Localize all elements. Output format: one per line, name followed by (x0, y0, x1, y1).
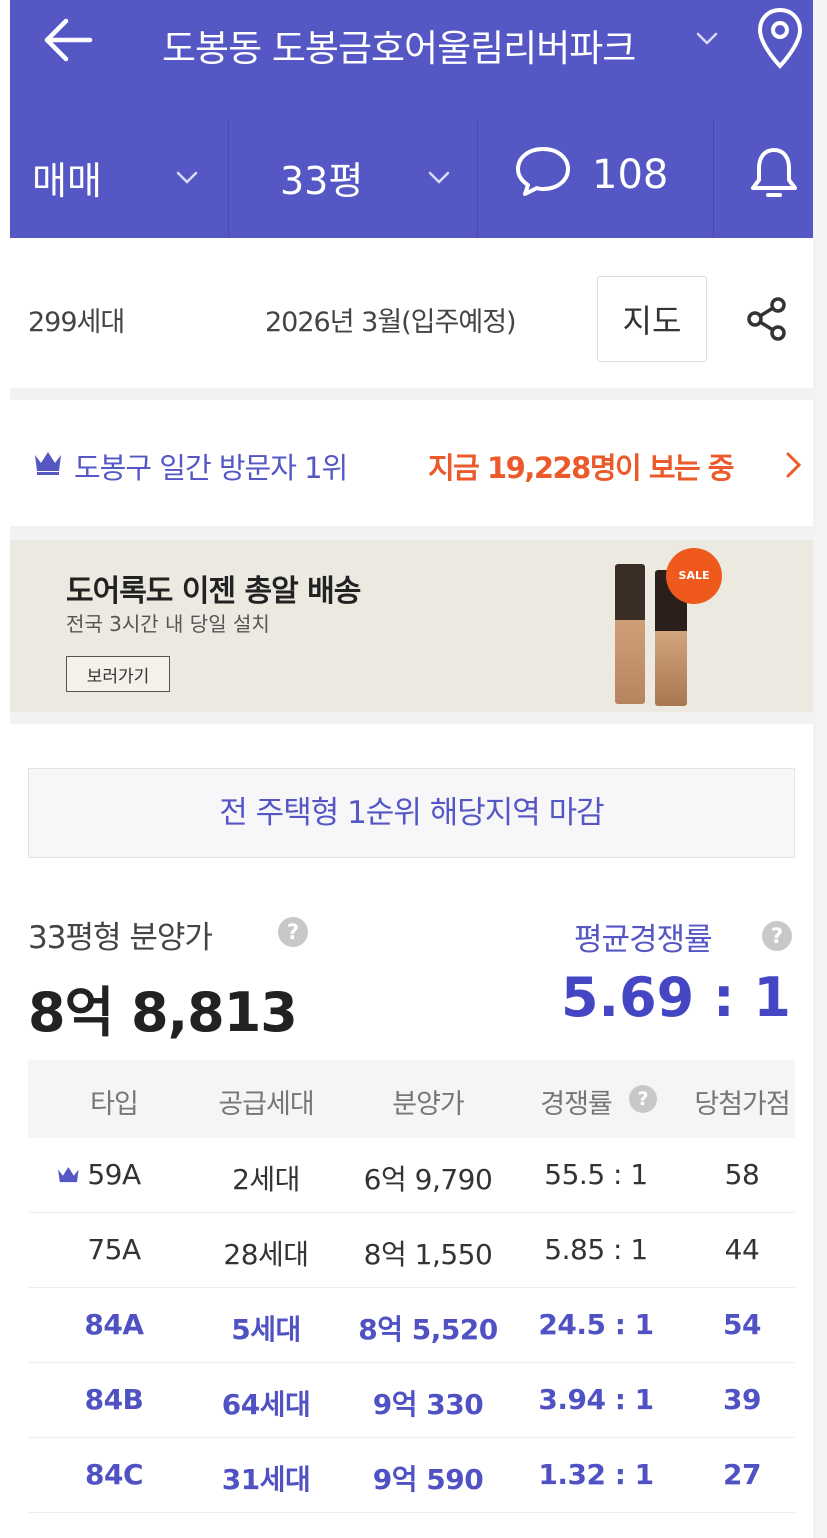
cell-supply: 64세대 (221, 1388, 311, 1421)
cell-ratio: 24.5 : 1 (538, 1308, 654, 1341)
cell-price: 6억 9,790 (363, 1163, 493, 1196)
cell-type: 84A (84, 1308, 144, 1341)
cell-score: 54 (723, 1308, 761, 1341)
competition-label: 평균경쟁률 (574, 922, 713, 958)
cell-type: 84B (84, 1383, 144, 1416)
closed-notice: 전 주택형 1순위 해당지역 마감 (28, 768, 795, 858)
section-gap (10, 526, 813, 540)
cell-score: 39 (723, 1383, 761, 1416)
household-count: 299세대 (28, 307, 125, 338)
table-row[interactable]: 59A 2세대 6억 9,790 55.5 : 1 58 (28, 1138, 795, 1213)
column-header-supply: 공급세대 (218, 1089, 314, 1120)
visitor-count-text: 지금 19,228명이 보는 중 (428, 451, 734, 485)
table-header: 타입 공급세대 분양가 경쟁률 ? 당첨가점 (28, 1060, 795, 1138)
sale-badge: SALE (666, 548, 722, 604)
size-select[interactable]: 33평 (229, 150, 477, 210)
column-header-score: 당첨가점 (694, 1089, 790, 1120)
ad-view-button[interactable]: 보러가기 (66, 656, 170, 692)
cell-score: 44 (724, 1233, 760, 1266)
cell-type: 75A (87, 1233, 141, 1266)
map-button[interactable]: 지도 (597, 276, 707, 362)
app-header: 도봉동 도봉금호어울림리버파크 매매 33평 108 (10, 0, 813, 238)
location-pin-icon[interactable] (755, 6, 805, 72)
help-icon[interactable]: ? (629, 1085, 657, 1113)
ranking-text: 도봉구 일간 방문자 1위 (74, 451, 348, 485)
table-row[interactable]: 84C 31세대 9억 590 1.32 : 1 27 (28, 1438, 795, 1513)
ad-banner[interactable]: 도어록도 이젠 총알 배송 전국 3시간 내 당일 설치 보러가기 SALE (10, 540, 813, 712)
cell-price: 9억 330 (372, 1388, 484, 1421)
deal-type-label: 매매 (32, 159, 102, 203)
back-arrow-icon[interactable] (40, 14, 98, 66)
ranking-row[interactable]: 도봉구 일간 방문자 1위 지금 19,228명이 보는 중 (10, 400, 813, 526)
size-label: 33평 (280, 159, 364, 203)
crown-icon (35, 452, 61, 475)
cell-score: 58 (724, 1158, 760, 1191)
cell-type: 59A (58, 1158, 141, 1191)
help-icon[interactable]: ? (278, 917, 308, 947)
chevron-down-icon[interactable] (693, 24, 721, 52)
comment-count[interactable]: 108 (592, 152, 668, 198)
section-gap (10, 712, 813, 724)
ad-subtitle: 전국 3시간 내 당일 설치 (66, 612, 270, 636)
share-icon[interactable] (745, 296, 789, 342)
complex-title[interactable]: 도봉동 도봉금호어울림리버파크 (162, 18, 636, 72)
cell-score: 27 (723, 1458, 761, 1491)
cell-supply: 5세대 (231, 1313, 301, 1346)
deal-type-select[interactable]: 매매 (10, 150, 228, 210)
header-divider (477, 120, 478, 238)
column-header-type: 타입 (90, 1089, 139, 1120)
price-value: 8억 8,813 (28, 981, 298, 1044)
table-row[interactable]: 84B 64세대 9억 330 3.94 : 1 39 (28, 1363, 795, 1438)
cell-price: 9억 590 (372, 1463, 484, 1496)
competition-value: 5.69 : 1 (560, 966, 791, 1029)
column-header-ratio: 경쟁률 (540, 1089, 613, 1120)
cell-ratio: 55.5 : 1 (544, 1158, 648, 1191)
cell-supply: 28세대 (223, 1238, 309, 1271)
cell-type: 84C (84, 1458, 144, 1491)
cell-ratio: 1.32 : 1 (538, 1458, 654, 1491)
chat-bubble-icon[interactable] (513, 144, 573, 198)
supply-table: 타입 공급세대 분양가 경쟁률 ? 당첨가점 59A 2세대 6억 9,790 … (28, 1060, 795, 1513)
column-header-price: 분양가 (392, 1089, 465, 1120)
chevron-right-icon (786, 452, 802, 478)
app-frame: 도봉동 도봉금호어울림리버파크 매매 33평 108 299세대 2026년 3… (10, 0, 813, 1538)
table-row[interactable]: 75A 28세대 8억 1,550 5.85 : 1 44 (28, 1213, 795, 1288)
move-in-date: 2026년 3월(입주예정) (265, 307, 517, 338)
header-filter-row: 매매 33평 108 (10, 120, 813, 238)
cell-ratio: 5.85 : 1 (544, 1233, 648, 1266)
cell-type-label: 59A (87, 1158, 141, 1191)
cell-price: 8억 1,550 (363, 1238, 493, 1271)
help-icon[interactable]: ? (762, 921, 792, 951)
doorlock-image (615, 564, 645, 704)
cell-supply: 31세대 (221, 1463, 311, 1496)
cell-price: 8억 5,520 (358, 1313, 498, 1346)
page-edge-shade (813, 0, 827, 1538)
crown-icon (58, 1167, 79, 1183)
price-label: 33평형 분양가 (28, 920, 213, 956)
chevron-down-icon (176, 171, 198, 184)
cell-ratio: 3.94 : 1 (538, 1383, 654, 1416)
header-top-row: 도봉동 도봉금호어울림리버파크 (10, 0, 813, 86)
ad-title: 도어록도 이젠 총알 배송 (66, 574, 361, 609)
table-row[interactable]: 84A 5세대 8억 5,520 24.5 : 1 54 (28, 1288, 795, 1363)
bell-icon[interactable] (748, 144, 800, 202)
chevron-down-icon (428, 171, 450, 184)
header-divider (713, 120, 714, 238)
cell-supply: 2세대 (232, 1163, 300, 1196)
complex-info-row: 299세대 2026년 3월(입주예정) 지도 (10, 238, 813, 388)
section-gap (10, 388, 813, 400)
